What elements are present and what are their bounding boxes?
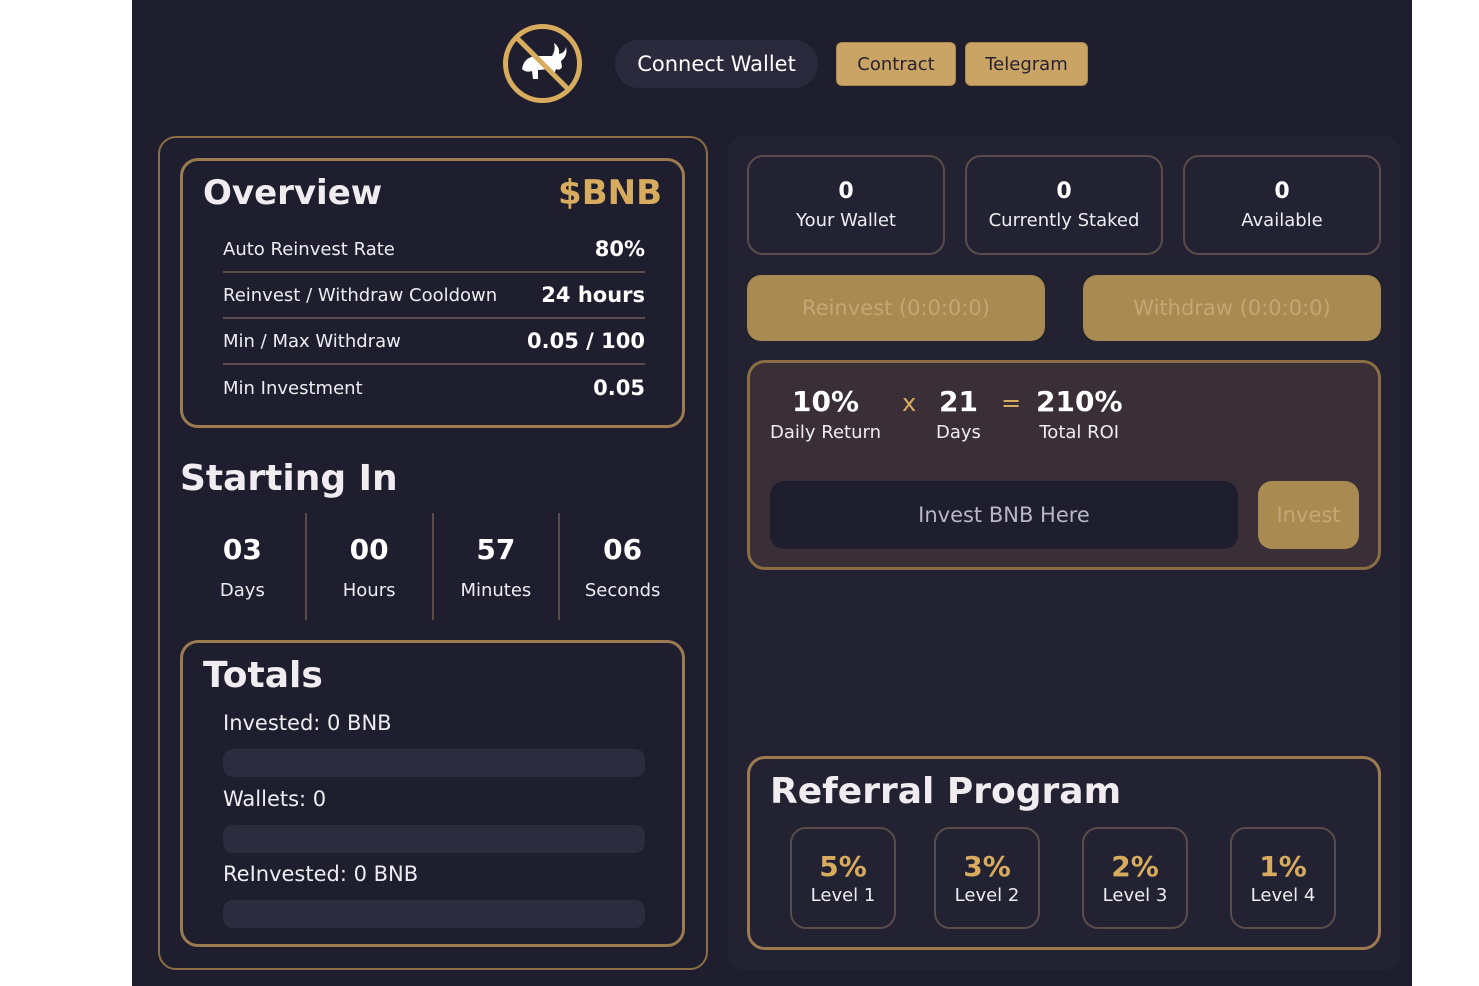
countdown-minutes: 57 Minutes: [434, 513, 561, 620]
roi-days: 21 Days: [936, 385, 981, 443]
overview-title: Overview: [203, 173, 383, 213]
roi-equals-sign: =: [1001, 389, 1022, 417]
connect-wallet-button[interactable]: Connect Wallet: [615, 40, 818, 88]
countdown-label: Seconds: [584, 579, 661, 601]
totals-invested: Invested: 0 BNB: [223, 711, 392, 735]
roi-daily-label: Daily Return: [770, 422, 881, 443]
roi-daily: 10% Daily Return: [770, 385, 881, 443]
reinvest-button[interactable]: Reinvest (0:0:0:0): [747, 275, 1045, 341]
overview-row: Min Investment 0.05: [223, 365, 645, 411]
stat-value: 0: [1274, 179, 1290, 204]
telegram-button[interactable]: Telegram: [965, 42, 1088, 86]
overview-card: Overview $BNB Auto Reinvest Rate 80% Rei…: [180, 158, 685, 428]
overview-row-value: 80%: [594, 237, 645, 261]
countdown-value: 00: [349, 532, 389, 566]
stat-value: 0: [1056, 179, 1072, 204]
totals-invested-bar: [223, 749, 645, 777]
overview-row-value: 0.05 / 100: [527, 329, 645, 353]
totals-reinvested-bar: [223, 900, 645, 928]
totals-wallets-bar: [223, 825, 645, 853]
stat-available: 0 Available: [1183, 155, 1381, 255]
referral-level-3: 2% Level 3: [1082, 827, 1188, 929]
overview-token: $BNB: [558, 173, 662, 213]
referral-percent: 5%: [819, 850, 867, 883]
countdown-value: 06: [603, 532, 643, 566]
stat-label: Available: [1241, 210, 1323, 231]
roi-total-label: Total ROI: [1039, 422, 1120, 443]
totals-reinvested: ReInvested: 0 BNB: [223, 862, 419, 886]
invest-card: 10% Daily Return x 21 Days = 210% Total …: [747, 360, 1381, 570]
totals-card: Totals Invested: 0 BNB Wallets: 0 ReInve…: [180, 640, 685, 947]
countdown-value: 03: [222, 532, 262, 566]
referral-level-1: 5% Level 1: [790, 827, 896, 929]
overview-row-value: 24 hours: [541, 283, 645, 307]
contract-button[interactable]: Contract: [836, 42, 956, 86]
countdown-hours: 00 Hours: [307, 513, 434, 620]
referral-percent: 1%: [1259, 850, 1307, 883]
overview-row-value: 0.05: [593, 376, 645, 400]
referral-level-label: Level 4: [1250, 885, 1316, 906]
totals-title: Totals: [203, 655, 323, 696]
overview-row: Auto Reinvest Rate 80%: [223, 227, 645, 273]
referral-level-label: Level 1: [810, 885, 876, 906]
referral-level-4: 1% Level 4: [1230, 827, 1336, 929]
overview-row-label: Auto Reinvest Rate: [223, 238, 395, 260]
roi-total: 210% Total ROI: [1036, 385, 1123, 443]
referral-card: Referral Program 5% Level 1 3% Level 2 2…: [747, 756, 1381, 950]
countdown-days: 03 Days: [180, 513, 307, 620]
app-root: Connect Wallet Contract Telegram Overvie…: [132, 0, 1412, 986]
referral-percent: 3%: [963, 850, 1011, 883]
referral-level-label: Level 3: [1102, 885, 1168, 906]
overview-row-label: Min Investment: [223, 377, 363, 399]
roi-total-value: 210%: [1036, 385, 1123, 418]
no-bull-icon[interactable]: [502, 23, 583, 104]
roi-days-label: Days: [936, 422, 981, 443]
invest-button[interactable]: Invest: [1258, 481, 1359, 549]
starting-in-title: Starting In: [180, 458, 398, 499]
countdown-value: 57: [476, 532, 516, 566]
overview-row-label: Min / Max Withdraw: [223, 330, 401, 352]
referral-title: Referral Program: [770, 771, 1122, 812]
roi-daily-value: 10%: [791, 385, 860, 418]
referral-level-2: 3% Level 2: [934, 827, 1040, 929]
totals-wallets: Wallets: 0: [223, 787, 327, 811]
stat-label: Your Wallet: [796, 210, 896, 231]
overview-row: Min / Max Withdraw 0.05 / 100: [223, 319, 645, 365]
roi-days-value: 21: [938, 385, 978, 418]
countdown-label: Hours: [342, 579, 396, 601]
overview-row: Reinvest / Withdraw Cooldown 24 hours: [223, 273, 645, 319]
stat-currently-staked: 0 Currently Staked: [965, 155, 1163, 255]
invest-amount-input[interactable]: [770, 481, 1238, 549]
withdraw-button[interactable]: Withdraw (0:0:0:0): [1083, 275, 1381, 341]
countdown: 03 Days 00 Hours 57 Minutes 06 Seconds: [180, 513, 685, 620]
countdown-seconds: 06 Seconds: [560, 513, 685, 620]
overview-row-label: Reinvest / Withdraw Cooldown: [223, 284, 498, 306]
countdown-label: Minutes: [460, 579, 532, 601]
stat-value: 0: [838, 179, 854, 204]
roi-times-sign: x: [902, 389, 917, 417]
referral-percent: 2%: [1111, 850, 1159, 883]
stat-your-wallet: 0 Your Wallet: [747, 155, 945, 255]
countdown-label: Days: [219, 579, 265, 601]
stat-label: Currently Staked: [988, 210, 1140, 231]
referral-level-label: Level 2: [954, 885, 1020, 906]
